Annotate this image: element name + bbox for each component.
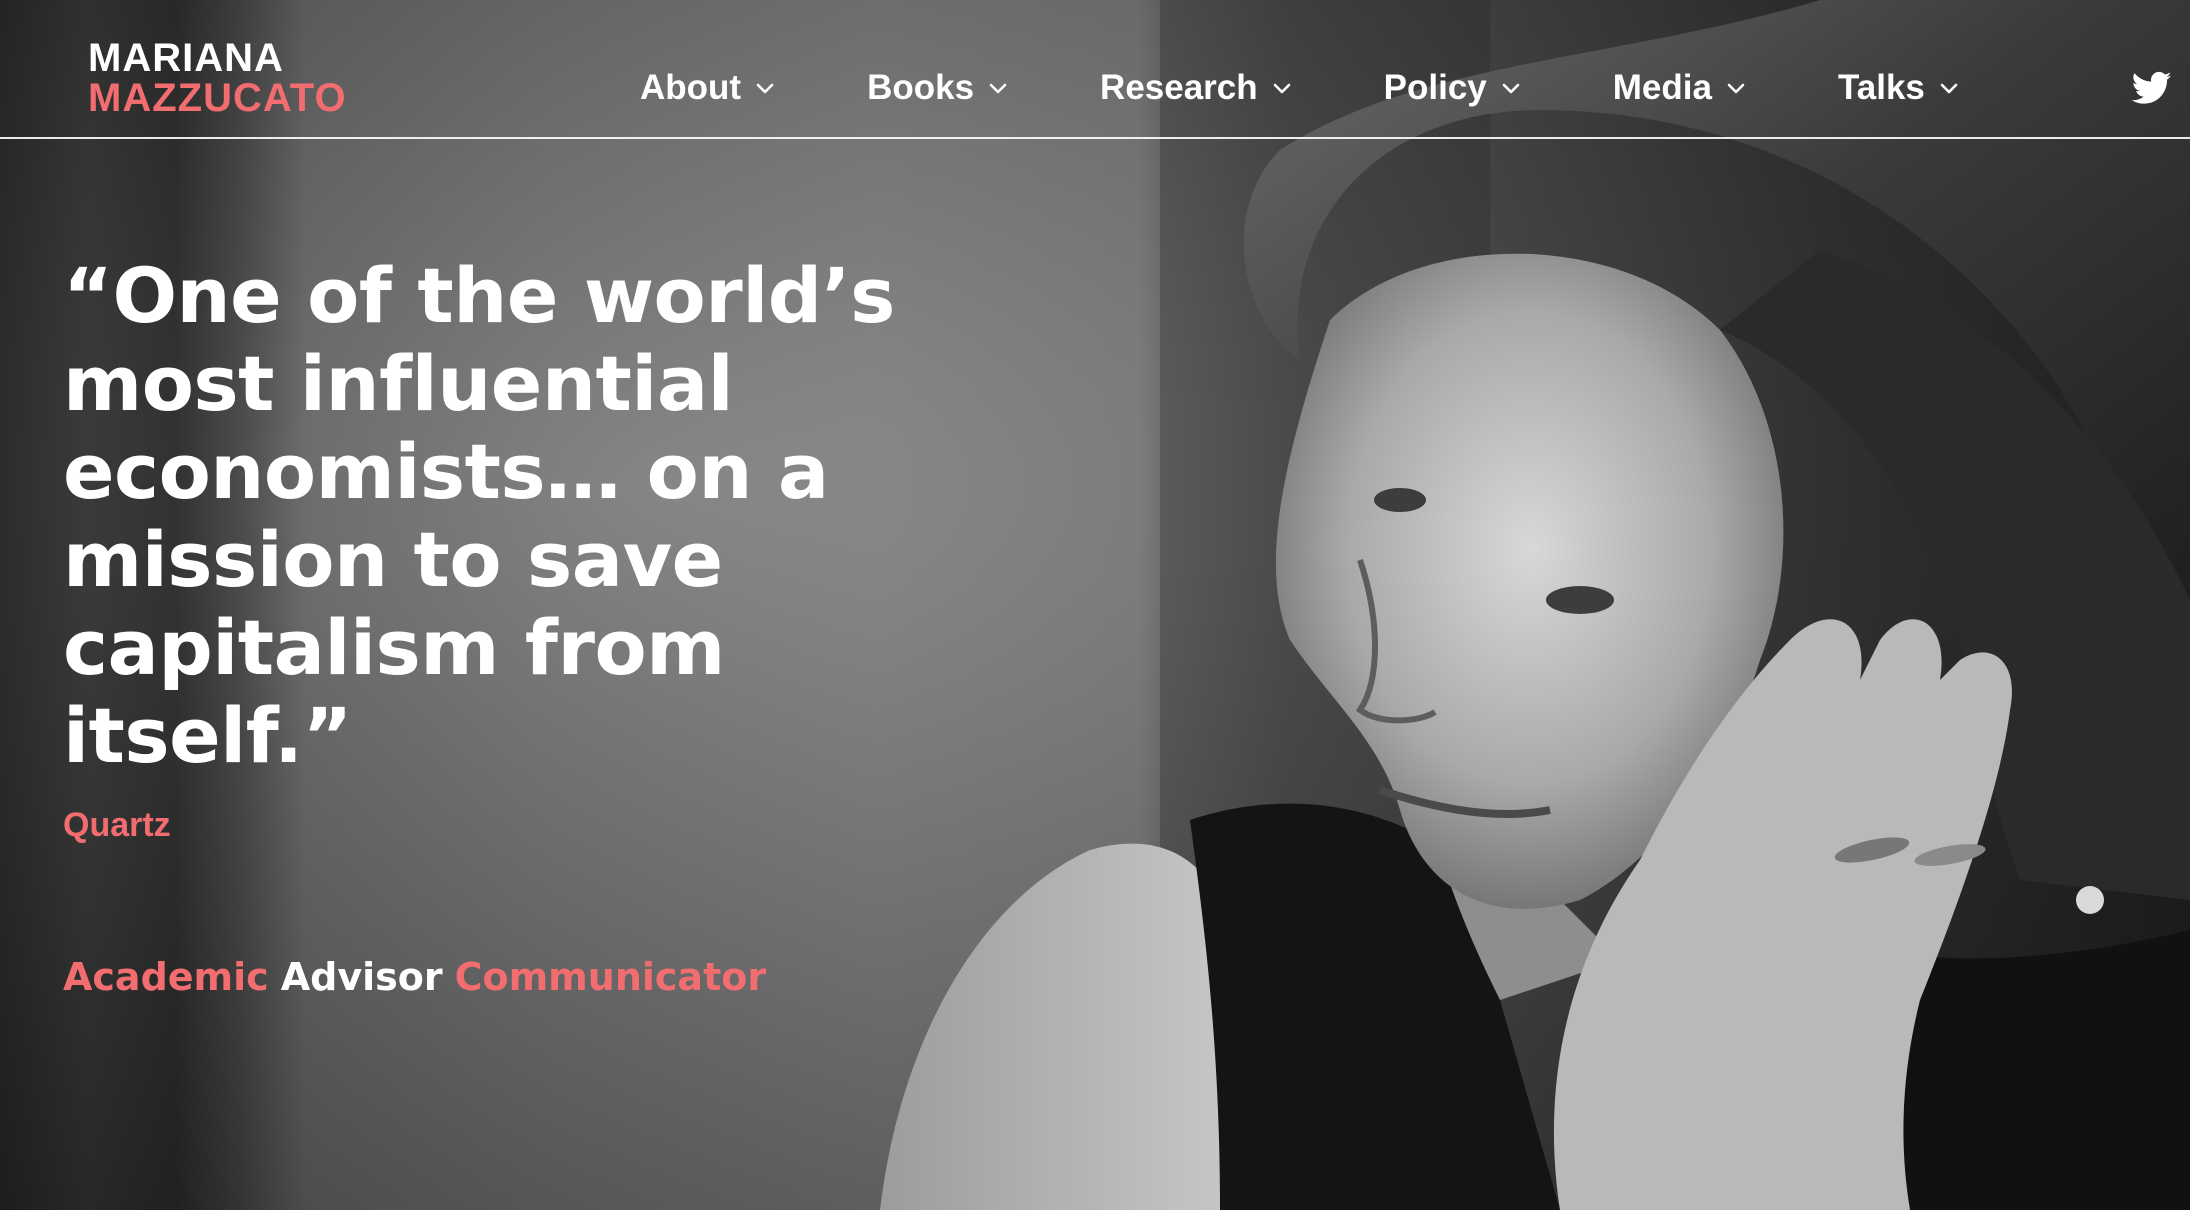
nav-item-label: Policy xyxy=(1383,68,1487,107)
quote-source: Quartz xyxy=(63,806,171,844)
nav-item-research[interactable]: Research xyxy=(1100,68,1292,108)
chevron-down-icon xyxy=(1501,78,1521,98)
hero-content: “One of the world’s most influential eco… xyxy=(63,251,963,1000)
nav-item-label: Talks xyxy=(1837,68,1925,107)
portrait-photo xyxy=(860,0,2190,1210)
chevron-down-icon xyxy=(1726,78,1746,98)
logo-last-name: MAZZUCATO xyxy=(88,76,347,120)
chevron-down-icon xyxy=(1272,78,1292,98)
chevron-down-icon xyxy=(988,78,1008,98)
role-communicator: Communicator xyxy=(454,955,767,999)
nav-item-label: Research xyxy=(1100,68,1258,107)
nav-item-label: About xyxy=(640,68,742,107)
site-logo[interactable]: MARIANA MAZZUCATO xyxy=(88,38,347,118)
site-header: MARIANA MAZZUCATO About Books Research P… xyxy=(0,0,2190,139)
twitter-icon[interactable] xyxy=(2132,68,2172,108)
nav-item-label: Books xyxy=(867,68,975,107)
nav-item-talks[interactable]: Talks xyxy=(1838,68,1959,108)
nav-item-books[interactable]: Books xyxy=(867,68,1008,108)
main-nav: About Books Research Policy Media Talks xyxy=(640,58,2051,118)
hero-quote: “One of the world’s most influential eco… xyxy=(63,251,895,780)
chevron-down-icon xyxy=(755,78,775,98)
nav-item-media[interactable]: Media xyxy=(1613,68,1746,108)
logo-first-name: MARIANA xyxy=(88,36,284,80)
nav-item-about[interactable]: About xyxy=(640,68,775,108)
roles-list: Academic Advisor Communicator xyxy=(63,955,963,999)
chevron-down-icon xyxy=(1939,78,1959,98)
nav-item-label: Media xyxy=(1612,68,1712,107)
role-advisor: Advisor xyxy=(280,955,443,999)
role-academic: Academic xyxy=(63,955,269,999)
nav-item-policy[interactable]: Policy xyxy=(1384,68,1521,108)
